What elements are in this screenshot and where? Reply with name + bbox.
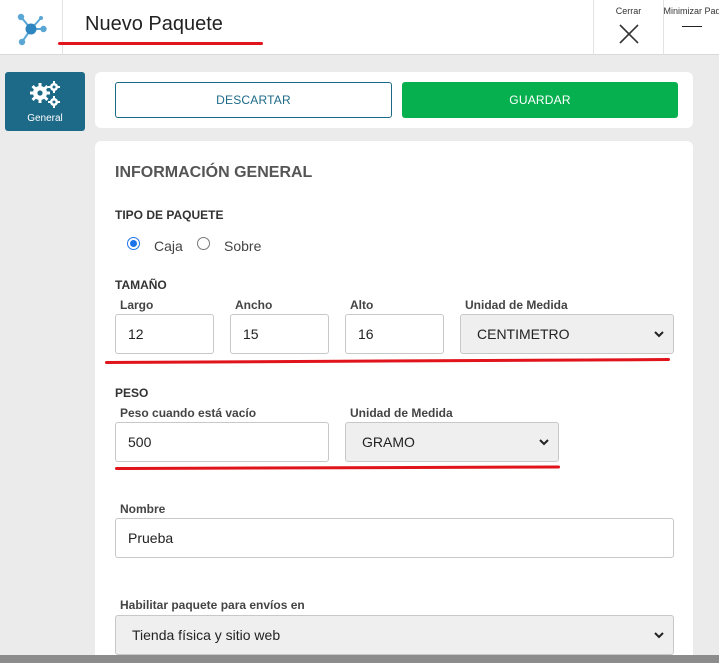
size-label: TAMAÑO (115, 278, 167, 292)
size-unit-select[interactable]: CENTIMETRO (460, 314, 674, 354)
weight-unit-value: GRAMO (362, 434, 415, 450)
enable-channel-select[interactable]: Tienda física y sitio web (115, 615, 674, 655)
radio-sobre-label[interactable]: Sobre (224, 238, 261, 254)
size-unit-value: CENTIMETRO (477, 326, 570, 342)
minimize-icon (681, 26, 702, 27)
name-label: Nombre (120, 502, 166, 516)
bottom-scroll-area (0, 655, 719, 663)
general-info-form: INFORMACIÓN GENERAL TIPO DE PAQUETE Caja… (95, 141, 693, 663)
width-input[interactable]: 15 (230, 314, 329, 354)
minimize-button[interactable]: Minimizar Paquete (663, 0, 719, 55)
weight-unit-label: Unidad de Medida (350, 406, 453, 420)
minimize-label: Minimizar Paquete (663, 6, 719, 16)
sidebar-item-label: General (27, 113, 63, 124)
close-label: Cerrar (615, 6, 642, 16)
length-input[interactable]: 12 (115, 314, 214, 354)
height-label: Alto (350, 298, 374, 312)
page-title: Nuevo Paquete (85, 13, 223, 35)
empty-weight-input[interactable]: 500 (115, 422, 329, 462)
app-logo[interactable] (0, 0, 63, 55)
length-label: Largo (120, 298, 154, 312)
size-annotation-underline (104, 358, 671, 364)
radio-caja[interactable] (127, 237, 140, 250)
action-bar: DESCARTAR GUARDAR (95, 72, 693, 128)
enable-channel-value: Tienda física y sitio web (132, 627, 281, 643)
close-button[interactable]: Cerrar (593, 0, 663, 55)
radio-caja-label[interactable]: Caja (154, 238, 183, 254)
sidebar-item-general[interactable]: General (5, 72, 85, 131)
weight-annotation-underline (114, 465, 561, 470)
weight-unit-select[interactable]: GRAMO (345, 422, 559, 462)
chevron-down-icon (654, 331, 664, 338)
weight-label: PESO (115, 386, 149, 400)
empty-weight-label: Peso cuando está vacío (120, 406, 257, 420)
radio-sobre[interactable] (197, 237, 210, 250)
network-logo-icon (17, 13, 47, 45)
section-title: INFORMACIÓN GENERAL (115, 164, 313, 181)
top-bar: Nuevo Paquete Cerrar Minimizar Paquete (0, 0, 719, 55)
discard-button[interactable]: DESCARTAR (115, 82, 392, 118)
package-type-label: TIPO DE PAQUETE (115, 208, 224, 222)
chevron-down-icon (654, 632, 664, 639)
chevron-down-icon (539, 439, 549, 446)
width-label: Ancho (235, 298, 273, 312)
close-icon (618, 24, 639, 44)
enable-label: Habilitar paquete para envíos en (120, 598, 305, 612)
gears-icon (30, 81, 60, 108)
title-annotation-underline (58, 42, 263, 45)
save-button[interactable]: GUARDAR (402, 82, 678, 118)
height-input[interactable]: 16 (345, 314, 444, 354)
name-input[interactable]: Prueba (115, 518, 674, 558)
size-unit-label: Unidad de Medida (465, 298, 568, 312)
